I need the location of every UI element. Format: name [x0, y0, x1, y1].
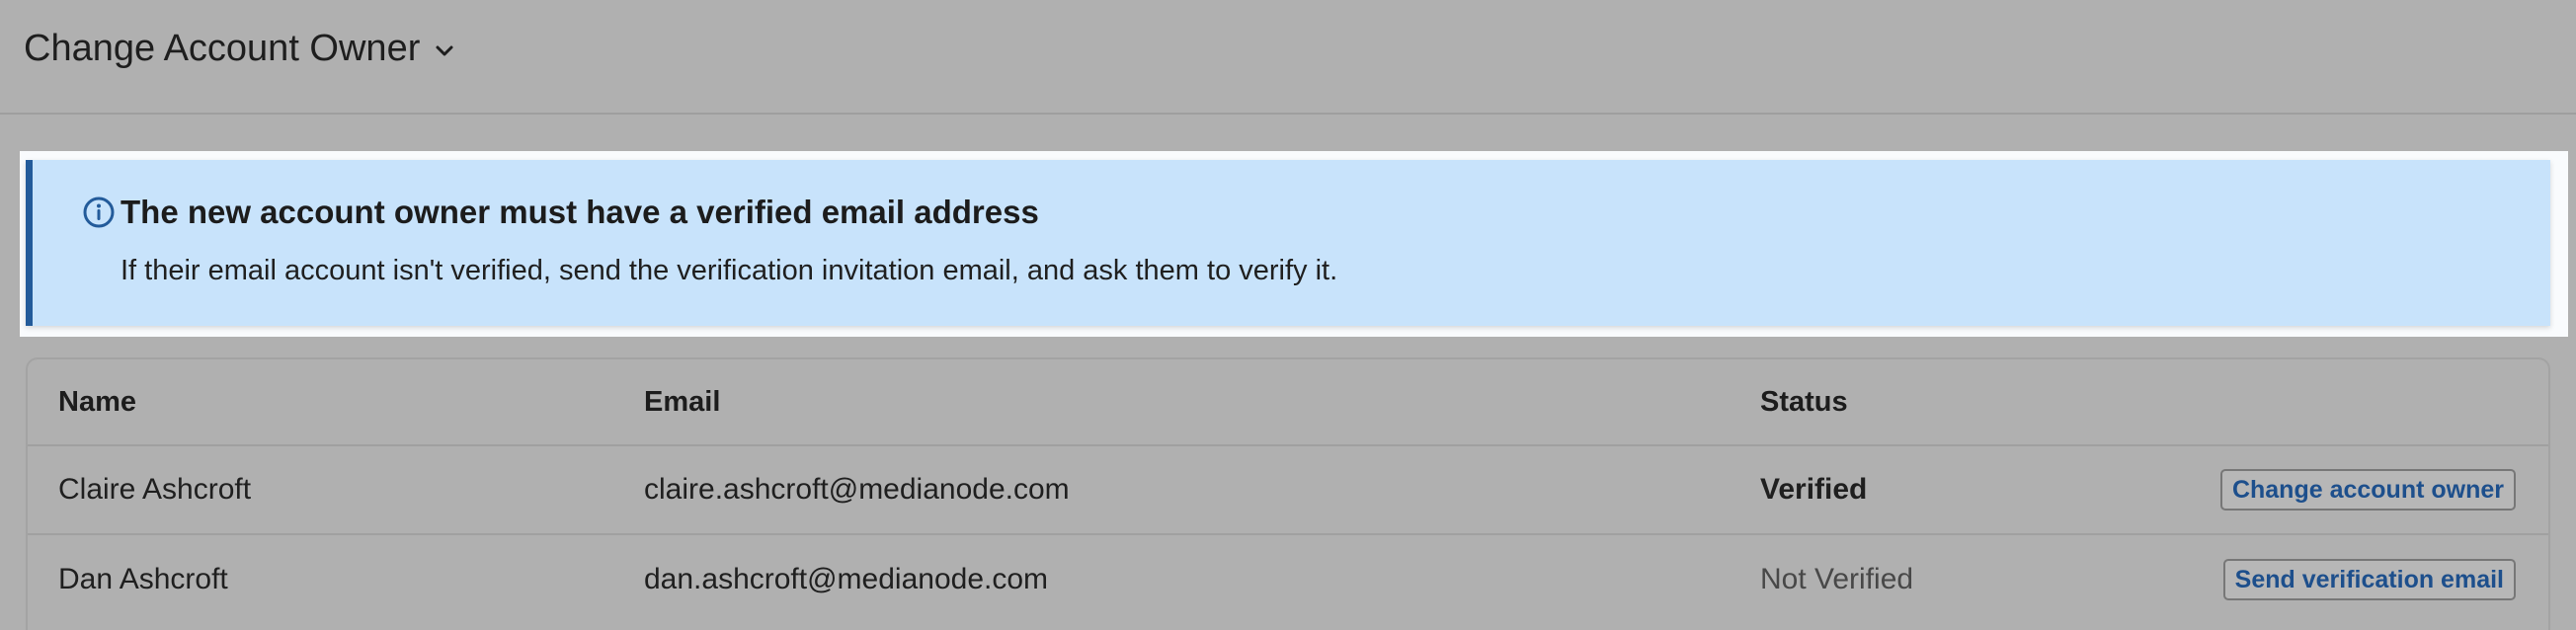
- page-title-dropdown[interactable]: Change Account Owner: [24, 28, 455, 70]
- chevron-down-icon: [436, 45, 453, 55]
- status-not-verified: Not Verified: [1760, 563, 1914, 595]
- column-header-email: Email: [644, 385, 721, 418]
- banner-body: If their email account isn't verified, s…: [121, 255, 1338, 286]
- column-header-name: Name: [58, 385, 136, 418]
- info-banner: The new account owner must have a verifi…: [26, 160, 2550, 326]
- table-header-row: Name Email Status: [28, 359, 2548, 446]
- user-email: dan.ashcroft@medianode.com: [644, 563, 1049, 595]
- info-circle-icon: [83, 197, 115, 228]
- status-verified: Verified: [1760, 473, 1868, 506]
- table-row: Dan Ashcroft dan.ashcroft@medianode.com …: [28, 535, 2548, 624]
- banner-title: The new account owner must have a verifi…: [121, 194, 1039, 230]
- page-title: Change Account Owner: [24, 28, 421, 69]
- user-email: claire.ashcroft@medianode.com: [644, 473, 1070, 506]
- owners-table: Name Email Status Claire Ashcroft claire…: [26, 357, 2550, 630]
- change-account-owner-button[interactable]: Change account owner: [2219, 469, 2516, 511]
- user-name: Dan Ashcroft: [58, 563, 228, 595]
- user-name: Claire Ashcroft: [58, 473, 252, 506]
- column-header-status: Status: [1760, 385, 1848, 418]
- send-verification-email-button[interactable]: Send verification email: [2222, 559, 2516, 600]
- page-header: Change Account Owner: [0, 0, 2576, 115]
- table-row: Claire Ashcroft claire.ashcroft@medianod…: [28, 446, 2548, 535]
